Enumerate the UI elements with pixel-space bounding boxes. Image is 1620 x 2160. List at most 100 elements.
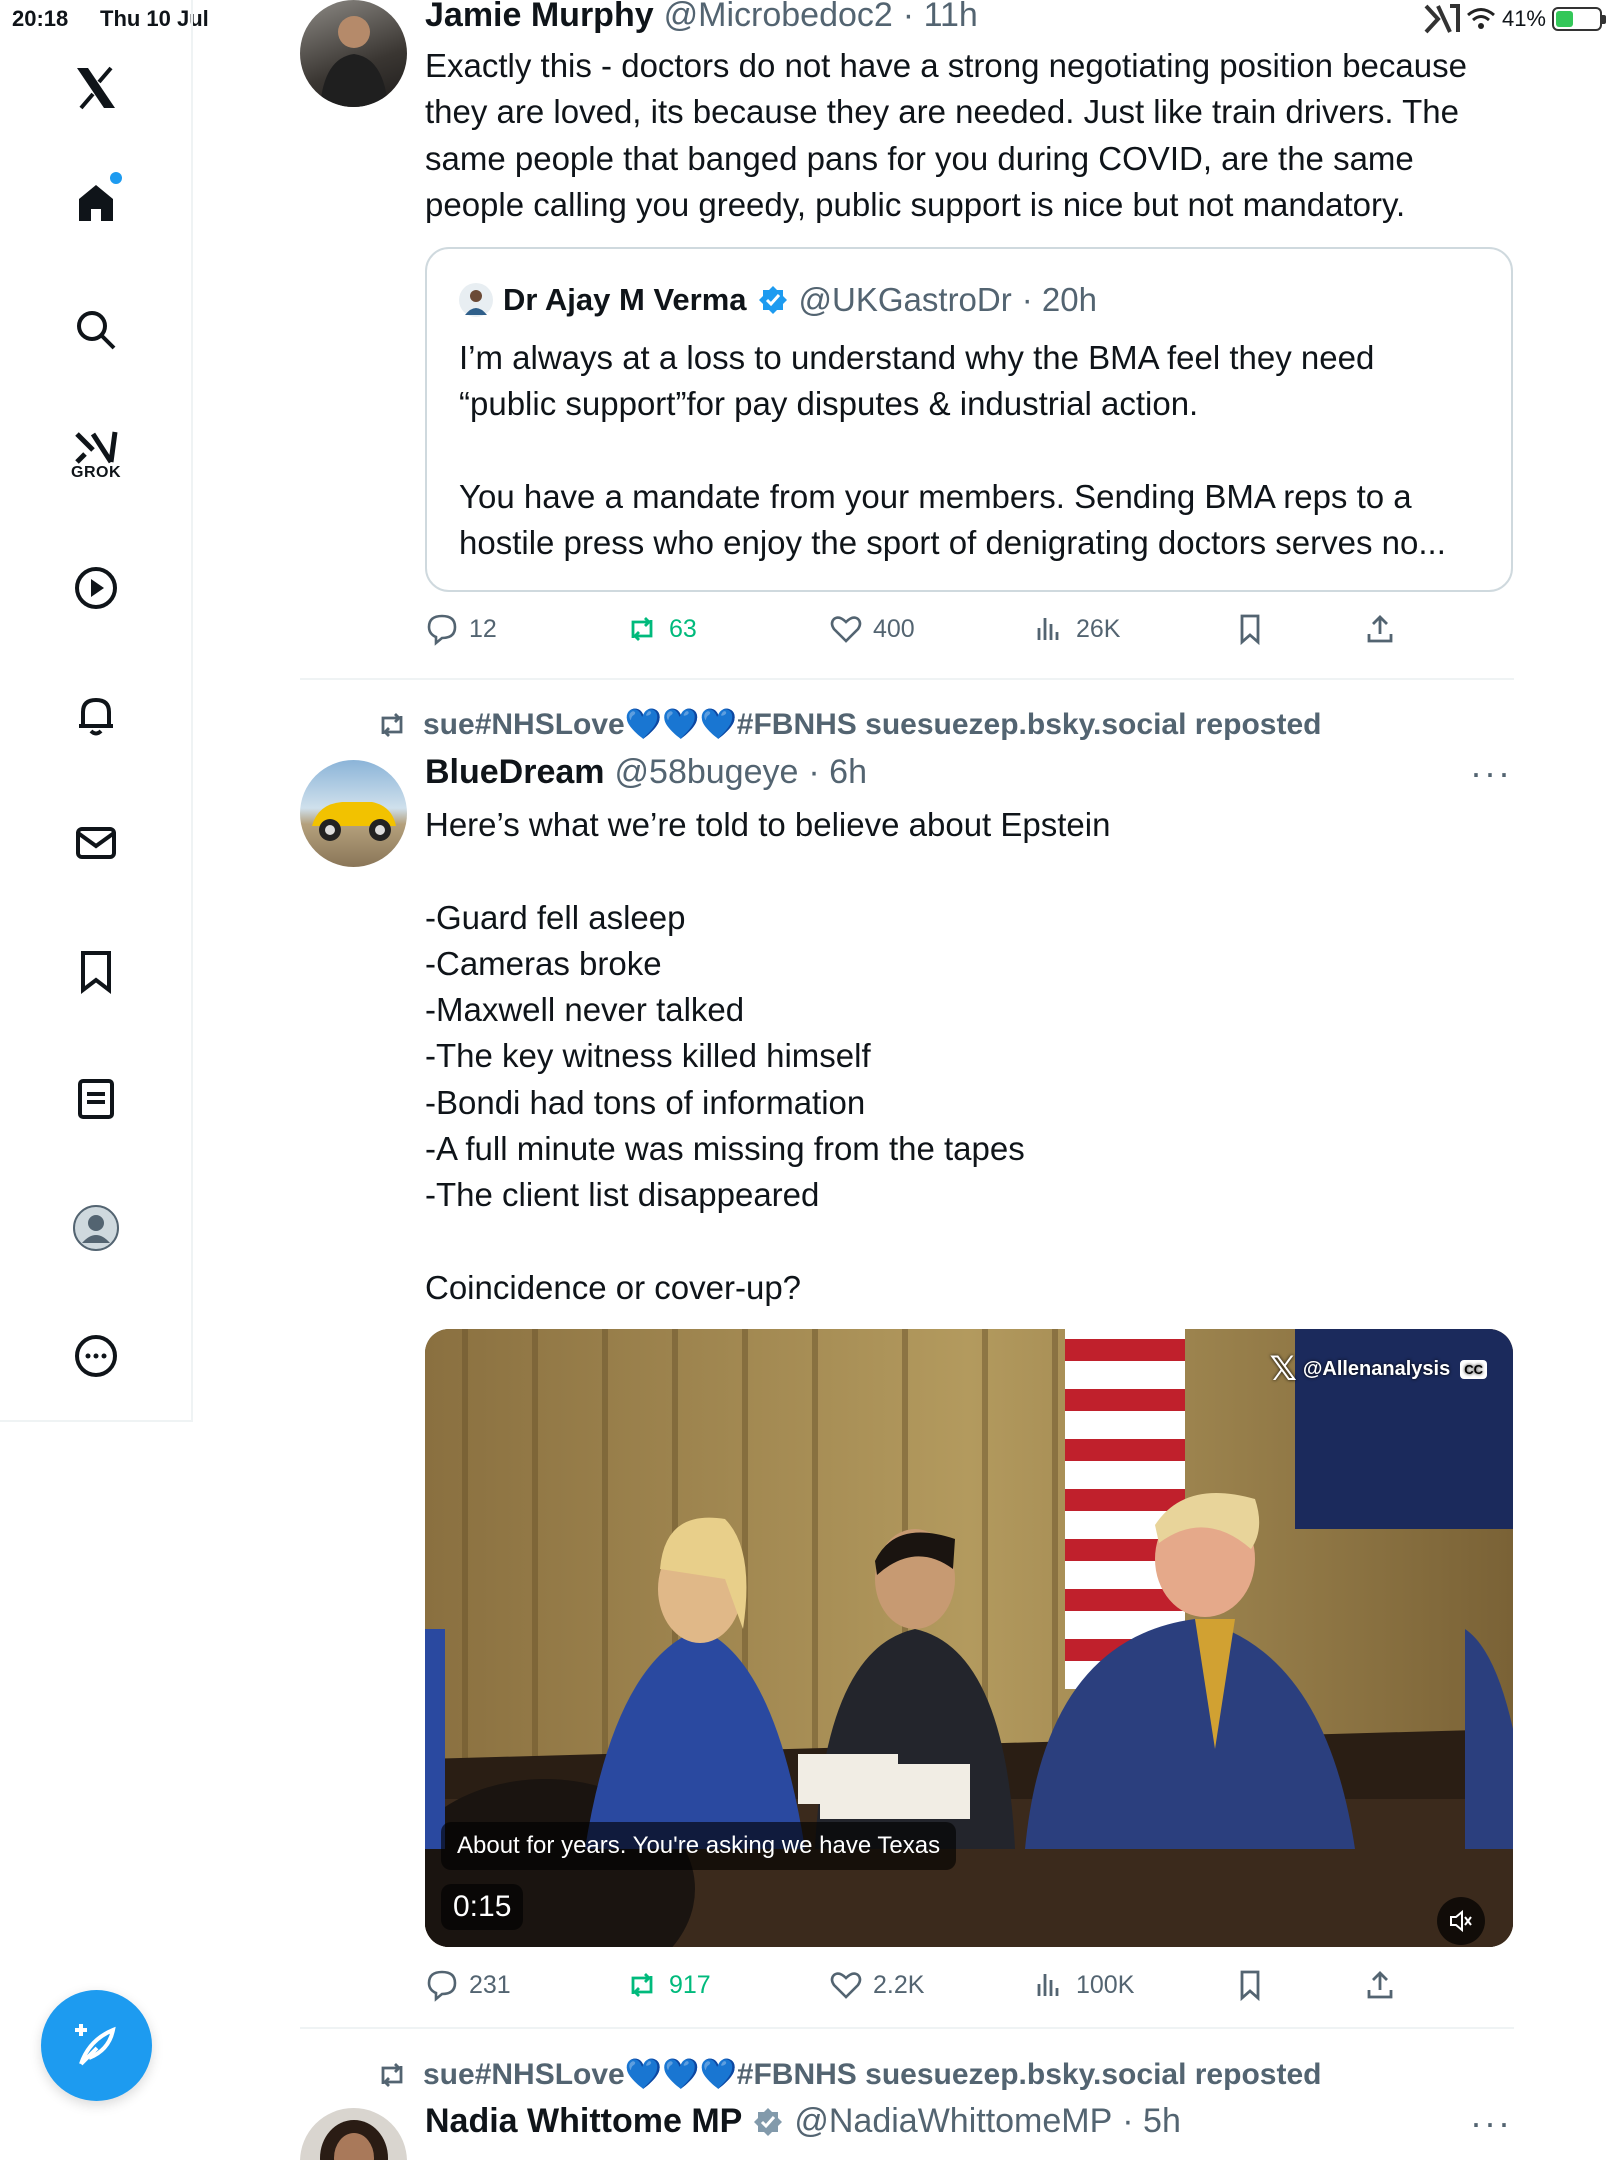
tweet-actions: 231 917 2.2K 100K [425,1968,1485,2008]
avatar-photo [320,2120,388,2160]
home-icon [79,185,113,221]
more-options-button[interactable]: ··· [1470,2102,1512,2144]
quote-avatar [459,283,493,317]
reply-count: 231 [469,1970,511,1999]
sidebar-item-grok[interactable]: GROK [56,415,136,495]
battery-percent: 41% [1501,6,1546,31]
sidebar-item-messages[interactable] [56,803,136,883]
notification-dot [110,172,122,184]
grok-icon [75,431,118,464]
sidebar-item-bookmarks[interactable] [56,931,136,1011]
signal-icon [1424,4,1460,34]
author-handle[interactable]: @58bugeye [615,753,799,792]
x-watermark-icon: 𝕏 [1269,1350,1297,1388]
profile-avatar-icon [73,1205,119,1251]
like-button[interactable]: 400 [829,612,915,646]
views-chart-icon [1037,618,1059,640]
author-handle[interactable]: @Microbedoc2 [664,0,893,35]
repost-count: 63 [669,614,697,643]
sidebar-item-more[interactable] [56,1316,136,1396]
wifi-icon [1466,8,1495,29]
battery-icon [1552,7,1606,31]
play-circle-icon [75,567,117,609]
sidebar-item-video[interactable] [56,548,136,628]
bookmark-icon [1240,614,1260,646]
tweet-actions: 12 63 400 26K [425,612,1485,652]
avatar-yellow-car [312,802,396,841]
views-count: 100K [1076,1970,1135,1999]
status-indicators: 41% [1424,4,1606,34]
quote-author-name: Dr Ajay M Verma [503,282,747,317]
avatar-photo [320,16,388,107]
repost-indicator-icon [381,2062,403,2087]
like-count: 400 [873,614,915,643]
quote-author-handle: @UKGastroDr [798,281,1012,318]
reply-count: 12 [469,614,497,643]
sidebar-item-profile[interactable] [56,1188,136,1268]
list-document-icon [78,1079,114,1119]
verified-badge-icon [758,286,787,314]
repost-icon [631,1973,653,1997]
search-icon [77,311,116,350]
reply-button[interactable]: 231 [425,1968,511,2002]
tweet-header: Jamie Murphy @Microbedoc2 · 11h [425,0,978,35]
more-options-button[interactable]: ··· [1470,752,1512,794]
author-name[interactable]: Nadia Whittome MP [425,2102,742,2141]
bookmark-button[interactable] [1233,612,1267,646]
repost-by-text: sue#NHSLove💙💙💙#FBNHS suesuezep.bsky.soci… [423,2058,1322,2091]
repost-indicator-icon [381,712,403,737]
tweet-text: Here’s what we’re told to believe about … [425,806,1111,1306]
repost-icon [631,617,653,641]
sidebar-item-search[interactable] [56,290,136,370]
repost-indicator[interactable]: sue#NHSLove💙💙💙#FBNHS suesuezep.bsky.soci… [375,2057,1321,2092]
repost-button[interactable]: 917 [625,1968,711,2002]
tweet-divider [300,2027,1514,2029]
share-icon [1367,1971,1393,1999]
author-handle[interactable]: @NadiaWhittomeMP [794,2102,1112,2141]
tweet-time[interactable]: · 6h [808,753,867,792]
bookmark-button[interactable] [1233,1968,1267,2002]
quote-text: I’m always at a loss to understand why t… [459,339,1446,562]
views-button[interactable]: 100K [1032,1968,1134,2002]
reply-icon [427,614,457,646]
tweet-divider [300,678,1514,680]
x-logo-icon [77,66,115,110]
author-name[interactable]: Jamie Murphy [425,0,654,35]
like-button[interactable]: 2.2K [829,1968,924,2002]
sidebar-item-lists[interactable] [56,1059,136,1139]
views-count: 26K [1076,614,1121,643]
mail-icon [76,827,116,859]
cc-badge[interactable]: CC [1460,1359,1487,1379]
tweet-avatar[interactable] [300,760,407,867]
heart-icon [830,1972,862,1999]
views-button[interactable]: 26K [1032,612,1120,646]
quoted-tweet[interactable]: Dr Ajay M Verma @UKGastroDr · 20h I’m al… [425,247,1513,592]
share-button[interactable] [1363,1968,1397,2002]
tweet-header: Nadia Whittome MP @NadiaWhittomeMP · 5h [425,2102,1181,2141]
video-player[interactable]: 𝕏 @Allenanalysis CC About for years. You… [425,1329,1513,1947]
x-logo[interactable] [56,48,136,128]
share-icon [1367,615,1393,643]
tweet-avatar[interactable] [300,2108,407,2160]
sidebar-nav: GROK [0,0,193,1422]
sidebar-item-notifications[interactable] [56,675,136,755]
video-watermark: 𝕏 @Allenanalysis CC [1269,1349,1487,1389]
video-duration: 0:15 [441,1884,524,1930]
watermark-text: @Allenanalysis [1302,1357,1451,1380]
sidebar-item-home[interactable] [56,162,136,242]
tweet-time[interactable]: · 5h [1122,2102,1181,2141]
quote-time: · 20h [1021,281,1097,318]
reply-button[interactable]: 12 [425,612,497,646]
mute-button[interactable] [1437,1897,1485,1945]
tweet-time[interactable]: · 11h [903,0,978,35]
tweet-avatar[interactable] [300,0,407,107]
repost-indicator[interactable]: sue#NHSLove💙💙💙#FBNHS suesuezep.bsky.soci… [375,707,1321,742]
compose-button[interactable] [41,1990,152,2101]
repost-button[interactable]: 63 [625,612,697,646]
bell-icon [79,697,113,736]
share-button[interactable] [1363,612,1397,646]
heart-icon [830,616,862,643]
video-caption: About for years. You're asking we have T… [441,1822,957,1870]
author-name[interactable]: BlueDream [425,753,605,792]
repost-by-text: sue#NHSLove💙💙💙#FBNHS suesuezep.bsky.soci… [423,708,1322,741]
